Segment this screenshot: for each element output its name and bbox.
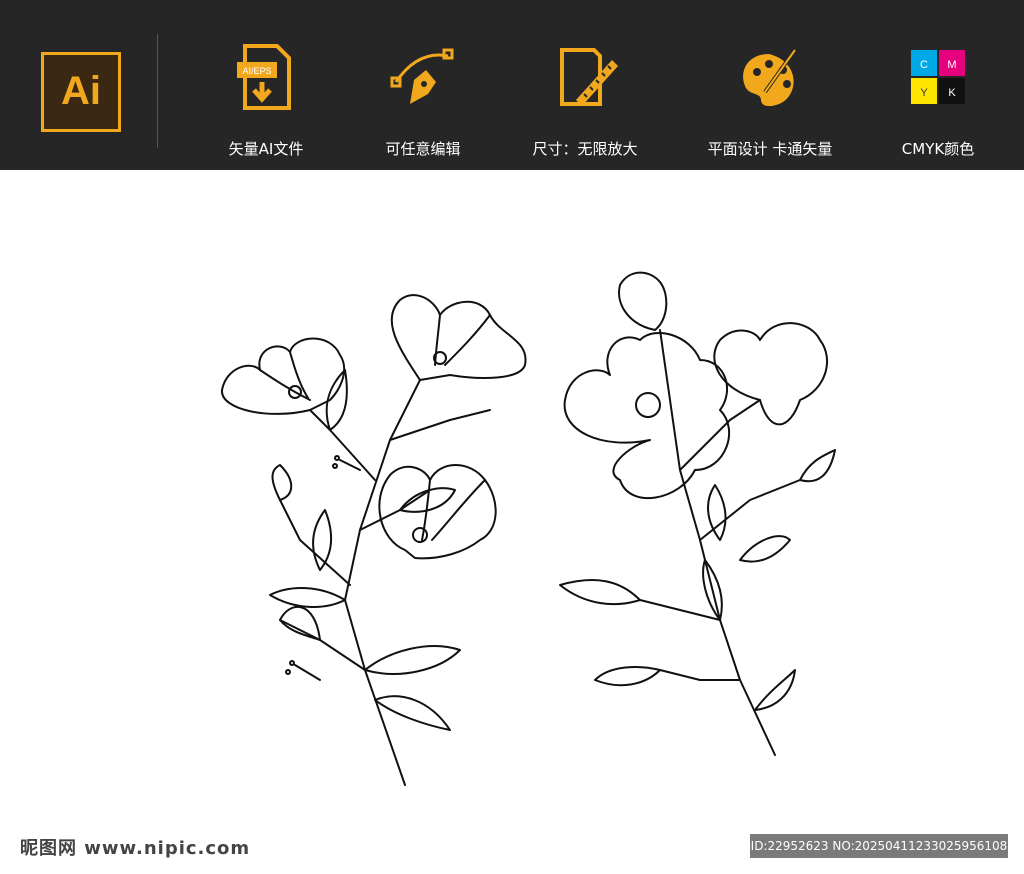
feature-label: CMYK颜色 [901,140,975,158]
feature-ai-file: AI/EPS 矢量AI文件 [186,0,346,170]
ruler-document-icon [560,48,618,106]
feature-label: 矢量AI文件 [228,140,304,158]
pen-tool-icon [390,48,454,104]
feature-design: 平面设计 卡通矢量 [690,0,850,170]
feature-size: 尺寸：无限放大 [505,0,665,170]
logo-text: Ai [61,69,101,113]
ai-eps-file-icon: AI/EPS [237,44,291,110]
cmyk-puzzle-icon: C M Y K [911,50,965,104]
feature-label: 可任意编辑 [385,140,461,158]
svg-text:M: M [947,59,956,71]
palette-icon [743,48,797,107]
feature-cmyk: C M Y K CMYK颜色 [858,0,1018,170]
floral-line-art [220,271,836,786]
watermark-id: ID:22952623 NO:20250411233025956108 [750,834,1008,858]
right-bouquet [559,271,836,756]
feature-label: 平面设计 卡通矢量 [707,140,833,158]
watermark-site: 昵图网 www.nipic.com [20,838,251,859]
illustrator-logo: Ai [41,52,121,132]
header-divider [157,34,158,148]
feature-editable: 可任意编辑 [343,0,503,170]
feature-label: 尺寸：无限放大 [532,140,638,158]
svg-text:C: C [920,59,928,71]
file-badge-text: AI/EPS [242,66,271,76]
left-bouquet [220,294,527,786]
svg-text:Y: Y [920,87,928,99]
svg-text:K: K [948,87,956,99]
header-bar: Ai AI/EPS 矢量AI文件 可任意编辑 尺寸：无限放大 平面设计 卡通矢量… [0,0,1024,170]
